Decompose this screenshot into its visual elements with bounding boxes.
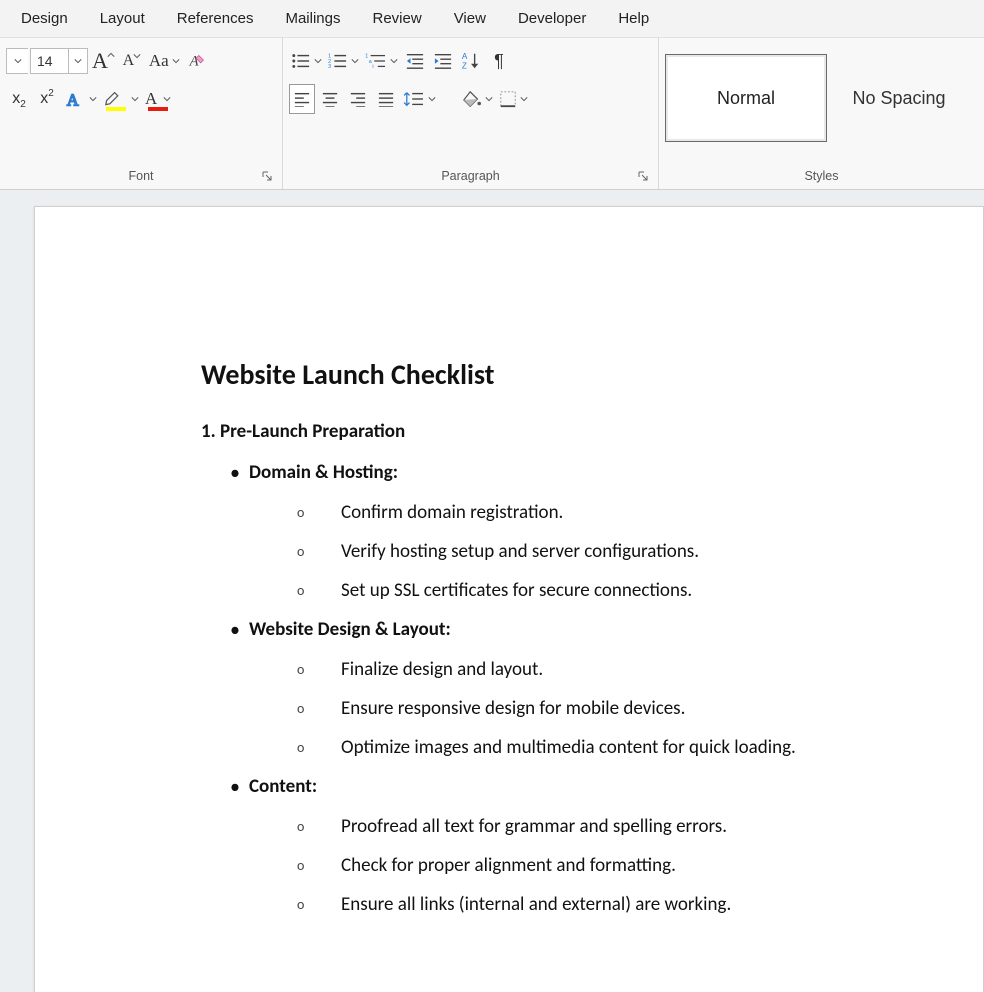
group-label-paragraph: Paragraph [441, 169, 499, 183]
tab-layout[interactable]: Layout [84, 2, 161, 35]
group-paragraph: 1 2 3 1 a i [283, 38, 659, 189]
circle-bullet-icon: o [297, 540, 341, 560]
shrink-font-button[interactable]: A [119, 46, 145, 76]
sort-button[interactable]: A Z [458, 46, 484, 76]
ribbon-tabs: Design Layout References Mailings Review… [0, 0, 984, 38]
list-item-label: Website Design & Layout: [249, 618, 451, 641]
sub-list-item: oOptimize images and multimedia content … [201, 736, 983, 759]
circle-bullet-icon: o [297, 815, 341, 835]
bullets-button[interactable] [289, 46, 324, 76]
numbering-button[interactable]: 1 2 3 [326, 46, 361, 76]
sub-list-item: oSet up SSL certificates for secure conn… [201, 579, 983, 602]
change-case-button[interactable]: Aa [147, 46, 182, 76]
sub-list-item-text: Check for proper alignment and formattin… [341, 854, 676, 877]
sub-list-item-text: Proofread all text for grammar and spell… [341, 815, 727, 838]
increase-indent-button[interactable] [430, 46, 456, 76]
style-normal[interactable]: Normal [665, 54, 827, 142]
grow-font-button[interactable]: A [90, 46, 117, 76]
tab-review[interactable]: Review [357, 2, 438, 35]
sub-list-item: oProofread all text for grammar and spel… [201, 815, 983, 838]
tab-developer[interactable]: Developer [502, 2, 602, 35]
svg-text:Z: Z [462, 61, 467, 70]
list-item: •Content: [201, 775, 983, 799]
circle-bullet-icon: o [297, 658, 341, 678]
sub-list-item-text: Finalize design and layout. [341, 658, 543, 681]
sub-list-item: oFinalize design and layout. [201, 658, 983, 681]
tab-design[interactable]: Design [5, 2, 84, 35]
tab-references[interactable]: References [161, 2, 270, 35]
svg-text:i: i [372, 64, 373, 70]
sub-list-item-text: Optimize images and multimedia content f… [341, 736, 796, 759]
group-label-styles: Styles [804, 169, 838, 183]
bullet-icon: • [201, 618, 249, 642]
list-item-label: Content: [249, 775, 317, 798]
align-right-button[interactable] [345, 84, 371, 114]
sub-list-item-text: Set up SSL certificates for secure conne… [341, 579, 692, 602]
circle-bullet-icon: o [297, 893, 341, 913]
line-spacing-button[interactable] [401, 84, 438, 114]
style-no-spacing[interactable]: No Spacing [829, 54, 969, 142]
group-label-font: Font [128, 169, 153, 183]
sub-list-item: oCheck for proper alignment and formatti… [201, 854, 983, 877]
circle-bullet-icon: o [297, 501, 341, 521]
circle-bullet-icon: o [297, 579, 341, 599]
clear-formatting-button[interactable]: A [184, 46, 210, 76]
document-page[interactable]: Website Launch Checklist 1. Pre-Launch P… [34, 206, 984, 992]
font-size-select[interactable]: 14 [30, 48, 88, 74]
sub-list-item-text: Verify hosting setup and server configur… [341, 540, 699, 563]
align-left-button[interactable] [289, 84, 315, 114]
highlight-color-button[interactable] [101, 84, 141, 114]
tab-help[interactable]: Help [602, 2, 665, 35]
svg-text:1: 1 [365, 53, 368, 59]
doc-section-heading: 1. Pre-Launch Preparation [201, 420, 983, 443]
show-paragraph-marks-button[interactable]: ¶ [486, 46, 512, 76]
paragraph-dialog-launcher[interactable] [636, 169, 650, 183]
justify-button[interactable] [373, 84, 399, 114]
svg-text:a: a [369, 59, 372, 65]
multilevel-list-button[interactable]: 1 a i [363, 46, 400, 76]
borders-button[interactable] [497, 84, 530, 114]
svg-text:A: A [188, 54, 198, 70]
text-effects-button[interactable]: A [62, 84, 99, 114]
group-styles: Normal No Spacing Styles [659, 38, 984, 189]
svg-text:A: A [462, 52, 468, 61]
circle-bullet-icon: o [297, 736, 341, 756]
circle-bullet-icon: o [297, 854, 341, 874]
superscript-button[interactable]: x2 [34, 84, 60, 114]
bullet-icon: • [201, 461, 249, 485]
font-name-dropdown-arrow[interactable] [6, 48, 28, 74]
sub-list-item: oVerify hosting setup and server configu… [201, 540, 983, 563]
document-workspace[interactable]: Website Launch Checklist 1. Pre-Launch P… [0, 190, 984, 992]
list-item-label: Domain & Hosting: [249, 461, 398, 484]
shading-button[interactable] [460, 84, 495, 114]
list-item: •Domain & Hosting: [201, 461, 983, 485]
sub-list-item: oEnsure all links (internal and external… [201, 893, 983, 916]
sub-list-item-text: Confirm domain registration. [341, 501, 563, 524]
font-color-button[interactable]: A [143, 84, 173, 114]
svg-text:A: A [67, 90, 79, 109]
doc-title: Website Launch Checklist [201, 357, 983, 392]
font-size-value: 14 [31, 53, 68, 69]
group-font: 14 A A Aa A [0, 38, 283, 189]
sub-list-item-text: Ensure all links (internal and external)… [341, 893, 731, 916]
svg-text:3: 3 [328, 64, 331, 70]
tab-view[interactable]: View [438, 2, 502, 35]
align-center-button[interactable] [317, 84, 343, 114]
font-dialog-launcher[interactable] [260, 169, 274, 183]
bullet-icon: • [201, 775, 249, 799]
ribbon: 14 A A Aa A [0, 38, 984, 190]
decrease-indent-button[interactable] [402, 46, 428, 76]
sub-list-item-text: Ensure responsive design for mobile devi… [341, 697, 685, 720]
subscript-button[interactable]: x2 [6, 84, 32, 114]
doc-body: •Domain & Hosting:oConfirm domain regist… [201, 461, 983, 916]
sub-list-item: oConfirm domain registration. [201, 501, 983, 524]
sub-list-item: oEnsure responsive design for mobile dev… [201, 697, 983, 720]
circle-bullet-icon: o [297, 697, 341, 717]
tab-mailings[interactable]: Mailings [269, 2, 356, 35]
list-item: •Website Design & Layout: [201, 618, 983, 642]
